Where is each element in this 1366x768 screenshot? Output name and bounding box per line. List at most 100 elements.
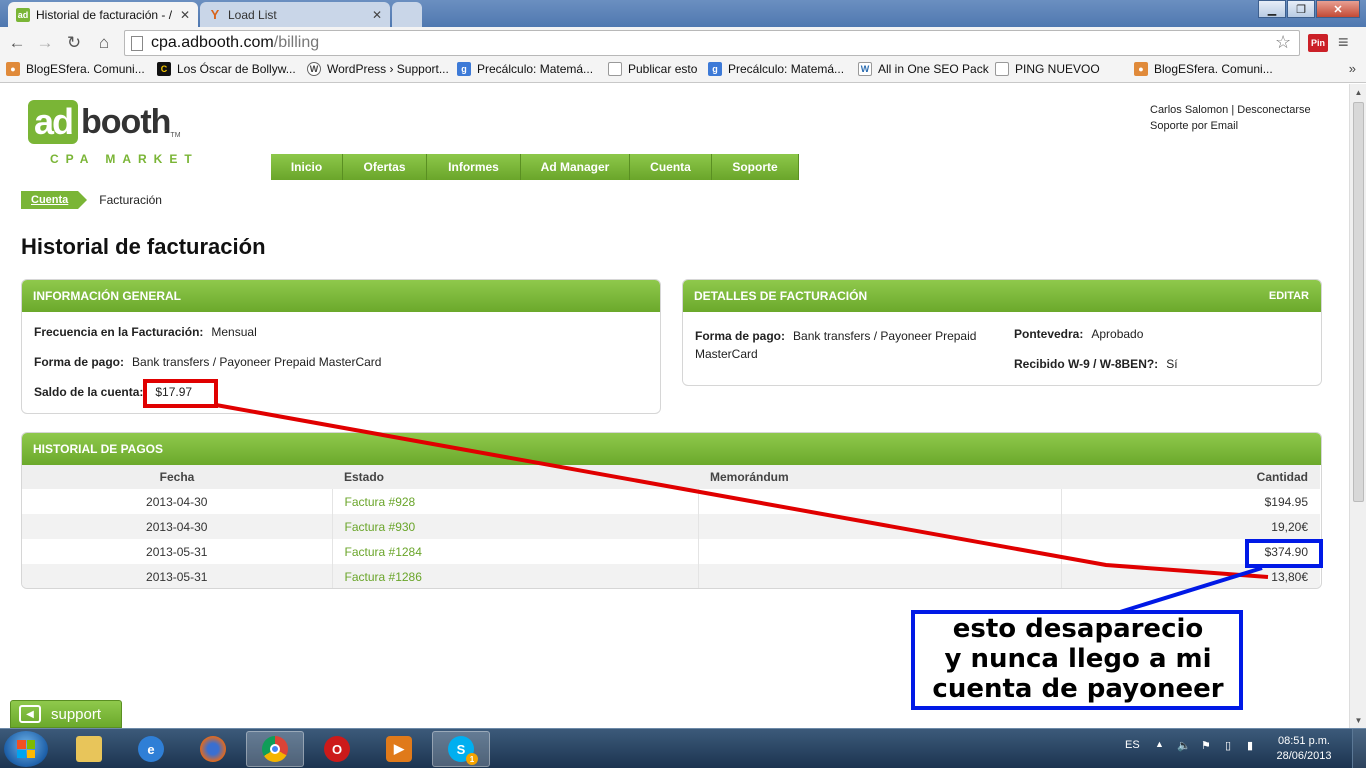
w9-value: Sí [1166,357,1178,371]
bookmark-item[interactable]: ● BlogESfera. Comuni... [1134,62,1273,76]
bookmark-star-icon[interactable]: ☆ [1275,32,1291,53]
window-close-icon[interactable]: ✕ [1316,0,1360,18]
wordpress-icon: W [307,62,321,76]
adbooth-logo[interactable]: ad boothTM CPA MARKET [28,100,192,166]
logo-ad: ad [28,100,79,144]
nav-inicio[interactable]: Inicio [271,154,343,180]
bookmark-item[interactable]: Publicar esto [608,62,697,76]
tab-load-list[interactable]: Y Load List ✕ [200,2,390,27]
column-fecha[interactable]: Fecha [22,465,332,489]
menu-wrench-icon[interactable]: ≡ [1338,32,1349,53]
bookmark-item[interactable]: ● BlogESfera. Comuni... [6,62,145,76]
nav-soporte[interactable]: Soporte [712,154,799,180]
scroll-down-icon[interactable]: ▼ [1350,712,1366,728]
support-tab[interactable]: ◀ support [10,700,122,728]
pinterest-extension-icon[interactable]: Pin [1308,34,1328,52]
power-icon[interactable]: ▯ [1225,739,1231,752]
state-value: Aprobado [1091,327,1144,341]
invoice-link[interactable]: Factura #928 [332,489,699,514]
user-links: Carlos Salomon | Desconectarse Soporte p… [1150,102,1311,134]
back-arrow-icon[interactable]: ← [6,32,28,54]
action-center-flag-icon[interactable]: ⚑ [1201,739,1211,752]
breadcrumb-cuenta[interactable]: Cuenta [21,191,79,209]
annotation-line-1: esto desaparecio [952,614,1204,644]
breadcrumb-arrow-icon [78,191,88,209]
edit-link[interactable]: EDITAR [1269,290,1309,302]
maximize-icon[interactable]: ❐ [1287,0,1315,18]
bookmark-item[interactable]: g Precálculo: Matemá... [457,62,593,76]
user-name-link[interactable]: Carlos Salomon [1150,104,1228,116]
skype-icon: S1 [448,736,478,765]
nav-ofertas[interactable]: Ofertas [343,154,427,180]
opera-icon: O [324,736,350,762]
breadcrumb-current: Facturación [99,193,162,207]
taskbar-opera[interactable]: O [308,731,366,767]
home-icon[interactable]: ⌂ [93,32,115,54]
volume-icon[interactable]: 🔈 [1177,739,1191,752]
megaphone-icon: ◀ [19,705,41,723]
windows-logo-icon [17,740,35,758]
nav-cuenta[interactable]: Cuenta [630,154,712,180]
billing-payment-label: Forma de pago: [695,329,786,343]
logout-link[interactable]: Desconectarse [1237,104,1310,116]
column-cantidad[interactable]: Cantidad [1061,465,1320,489]
taskbar-ie[interactable]: e [122,731,180,767]
start-button[interactable] [4,731,48,767]
minimize-icon[interactable]: ▁ [1258,0,1286,18]
taskbar-chrome[interactable] [246,731,304,767]
bookmarks-bar: ● BlogESfera. Comuni... C Los Óscar de Bol… [0,59,1366,83]
invoice-link[interactable]: Factura #930 [332,514,699,539]
balance-highlight-box [143,379,218,408]
tab-billing[interactable]: ad Historial de facturación - / ✕ [8,2,198,27]
taskbar-firefox[interactable] [184,731,242,767]
more-bookmarks-icon[interactable]: » [1349,61,1356,76]
forward-arrow-icon[interactable]: → [34,32,56,54]
breadcrumb: Cuenta Facturación [21,191,162,209]
bookmark-item[interactable]: PING NUEVOO [995,62,1100,76]
table-row: 2013-04-30 Factura #928 $194.95 [22,489,1320,514]
reload-icon[interactable]: ↻ [63,32,85,54]
w9-label: Recibido W-9 / W-8BEN?: [1014,357,1159,371]
browser-toolbar: ← → ↻ ⌂ cpa.adbooth.com/billing ☆ Pin ≡ [0,27,1366,59]
column-memorandum[interactable]: Memorándum [698,465,1061,489]
taskbar-media-player[interactable]: ▶ [370,731,428,767]
invoice-link[interactable]: Factura #1286 [332,564,699,588]
nav-ad-manager[interactable]: Ad Manager [521,154,630,180]
system-clock[interactable]: 08:51 p.m. 28/06/2013 [1276,734,1332,764]
blog-icon: ● [1134,62,1148,76]
payment-value: Bank transfers / Payoneer Prepaid Master… [132,355,382,369]
address-bar[interactable]: cpa.adbooth.com/billing [124,30,1300,56]
column-estado[interactable]: Estado [332,465,698,489]
row-memo [698,539,1062,564]
support-email-link[interactable]: Soporte por Email [1150,118,1311,134]
scroll-up-icon[interactable]: ▲ [1350,84,1366,100]
invoice-link[interactable]: Factura #1284 [332,539,699,564]
close-icon[interactable]: ✕ [372,8,382,22]
row-date: 2013-05-31 [22,564,333,588]
language-indicator[interactable]: ES [1125,739,1140,751]
show-hidden-icons-icon[interactable]: ▲ [1155,739,1164,749]
bookmark-item[interactable]: W All in One SEO Pack [858,62,989,76]
yoast-favicon-icon: Y [210,7,220,22]
bookmark-item[interactable]: W WordPress › Support... [307,62,449,76]
state-label: Pontevedra: [1014,327,1084,341]
scroll-thumb[interactable] [1353,102,1364,502]
bookmark-item[interactable]: C Los Óscar de Bollyw... [157,62,296,76]
show-desktop-button[interactable] [1352,729,1366,768]
page-scrollbar[interactable]: ▲ ▼ [1349,84,1366,728]
url-path: /billing [273,34,320,51]
logo-tm: TM [170,132,181,139]
clock-time: 08:51 p.m. [1278,735,1330,747]
network-icon[interactable]: ▮ [1247,739,1253,752]
bookmark-item[interactable]: g Precálculo: Matemá... [708,62,844,76]
tab-title: Historial de facturación - / [36,7,173,22]
new-tab-button[interactable] [392,2,422,27]
close-icon[interactable]: ✕ [180,8,190,22]
taskbar-explorer[interactable] [60,731,118,767]
nav-informes[interactable]: Informes [427,154,521,180]
billing-payment-value: Bank transfers / Payoneer Prepaid [793,329,977,343]
billing-payment-row: Forma de pago: Bank transfers / Payoneer … [695,327,976,363]
general-info-header: INFORMACIÓN GENERAL [22,280,660,312]
taskbar-skype[interactable]: S1 [432,731,490,767]
logo-booth: booth [81,103,171,141]
